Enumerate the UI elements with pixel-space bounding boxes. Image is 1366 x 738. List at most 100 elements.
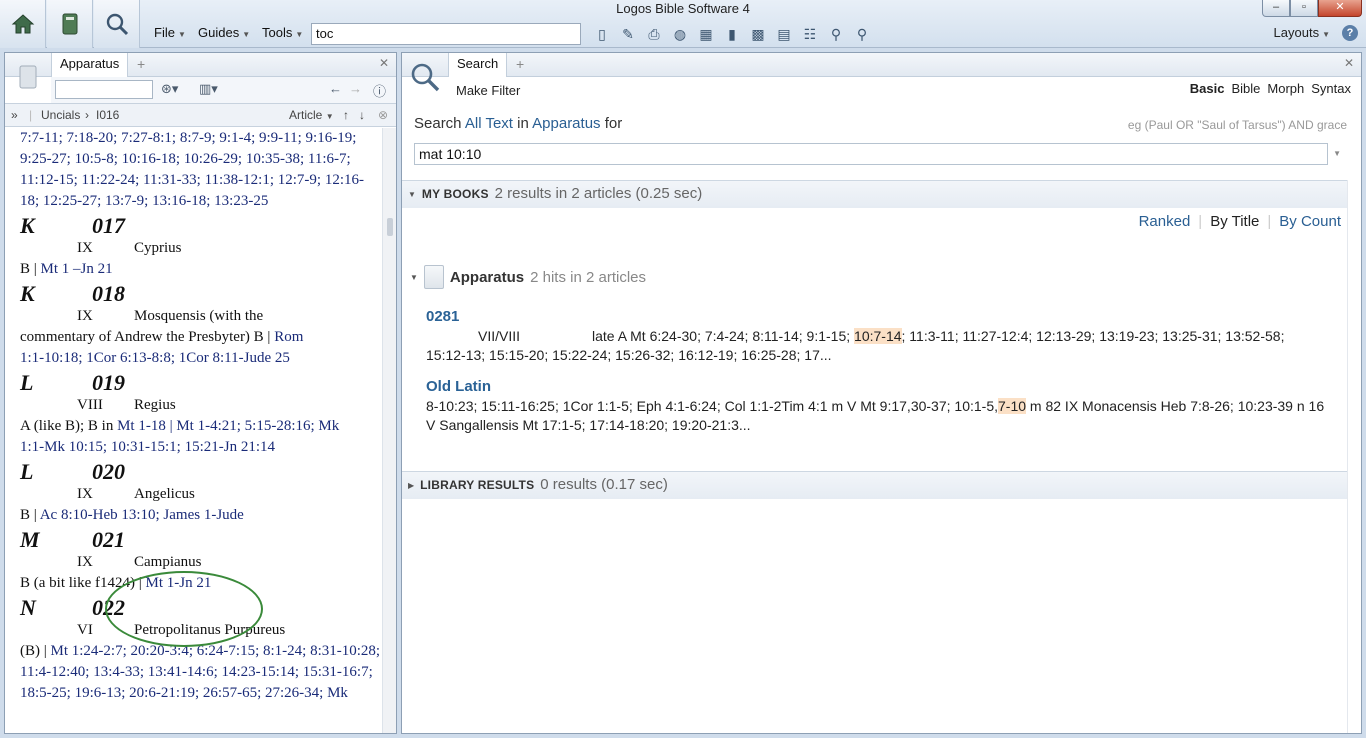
magnifier-alt-icon[interactable]: ⚲ xyxy=(852,24,872,44)
panels-icon[interactable]: ▦ xyxy=(696,24,716,44)
reference-links[interactable]: 7:7-11; 7:18-20; 7:27-8:1; 8:7-9; 9:1-4;… xyxy=(20,130,364,209)
back-arrow-icon[interactable]: ← xyxy=(329,81,342,96)
reading-icon[interactable]: ☷ xyxy=(800,24,820,44)
sort-by-count[interactable]: By Count xyxy=(1279,213,1341,230)
for-label: for xyxy=(604,115,623,132)
menu-tools-label: Tools xyxy=(262,25,293,40)
expand-icon[interactable]: » xyxy=(11,104,18,126)
visual-filter-icon[interactable]: ⊛▾ xyxy=(161,81,178,97)
search-tab-row: Search + ✕ xyxy=(402,53,1361,77)
sort-ranked[interactable]: Ranked xyxy=(1139,213,1191,230)
manuscript-meta: VIII Regius xyxy=(20,395,382,416)
reference-links[interactable]: 1:1-10:18; 1Cor 6:13-8:8; 1Cor 8:11-Jude… xyxy=(20,350,290,366)
history-dropdown-icon[interactable]: ▼ xyxy=(1333,149,1341,158)
menu-tools[interactable]: Tools ▼ xyxy=(256,20,309,46)
close-panel-icon[interactable]: ✕ xyxy=(1344,56,1354,70)
search-input[interactable]: mat 10:10 xyxy=(414,143,1328,165)
breadcrumb-uncials[interactable]: Uncials xyxy=(41,104,80,126)
menu-file[interactable]: File ▼ xyxy=(148,20,192,46)
home-button[interactable] xyxy=(0,0,46,48)
result-book-header[interactable]: ▼ Apparatus 2 hits in 2 articles xyxy=(410,265,646,289)
library-results-header[interactable]: ▶ LIBRARY RESULTS 0 results (0.17 sec) xyxy=(402,471,1347,499)
reference-links[interactable]: Rom xyxy=(274,329,303,345)
down-arrow-icon[interactable]: ↓ xyxy=(359,104,365,126)
add-tab-icon[interactable]: + xyxy=(137,56,145,72)
book-icon[interactable]: ▮ xyxy=(722,24,742,44)
add-tab-icon[interactable]: + xyxy=(516,56,524,72)
search-scrollbar[interactable] xyxy=(1347,180,1361,733)
grid-icon[interactable]: ▩ xyxy=(748,24,768,44)
scroll-thumb[interactable] xyxy=(387,218,393,236)
chevron-down-icon: ▼ xyxy=(295,30,304,39)
reference-links[interactable]: Ac 8:10-Heb 13:10; James 1-Jude xyxy=(40,507,244,523)
search-label: Search xyxy=(414,115,462,132)
globe-icon[interactable]: ◍ xyxy=(670,24,690,44)
manuscript-siglum: K 018 xyxy=(20,280,382,306)
bookmark-icon[interactable]: ▯ xyxy=(592,24,612,44)
mode-morph[interactable]: Morph xyxy=(1267,81,1304,96)
reference-links[interactable]: Mt 1-18 | Mt 1-4:21; 5:15-28:16; Mk xyxy=(117,418,339,434)
parallel-icon[interactable]: ▥▾ xyxy=(199,81,218,97)
mode-syntax[interactable]: Syntax xyxy=(1311,81,1351,96)
siglum-number: 017 xyxy=(92,213,125,238)
scope-book-link[interactable]: Apparatus xyxy=(532,115,600,132)
search-result: 0281 VII/VIII late A Mt 6:24-30; 7:4-24; … xyxy=(426,307,1341,365)
result-book-name[interactable]: Apparatus xyxy=(450,269,524,286)
manuscript-century: VIII xyxy=(77,397,103,413)
article-selector[interactable]: Article ▼ xyxy=(289,104,334,128)
document-icon[interactable]: ▤ xyxy=(774,24,794,44)
breadcrumb-separator: › xyxy=(85,108,89,122)
info-icon[interactable]: ⓘ xyxy=(373,81,386,100)
result-title[interactable]: Old Latin xyxy=(426,377,1341,396)
mode-basic[interactable]: Basic xyxy=(1190,81,1225,96)
forward-arrow-icon[interactable]: → xyxy=(349,81,362,96)
layouts-menu[interactable]: Layouts ▼ xyxy=(1274,20,1330,46)
mode-bible[interactable]: Bible xyxy=(1231,81,1260,96)
command-box[interactable]: toc xyxy=(311,23,581,45)
reference-links[interactable]: Mt 1:24-2:7; 20:20-3:4; 6:24-7:15; 8:1-2… xyxy=(20,643,380,701)
highlight: 10:7-14 xyxy=(854,328,902,344)
expand-icon[interactable]: ▶ xyxy=(408,481,414,490)
print-icon[interactable]: ⎙ xyxy=(644,24,664,44)
close-panel-icon[interactable]: ✕ xyxy=(379,56,389,70)
note-icon[interactable]: ✎ xyxy=(618,24,638,44)
collapse-icon[interactable]: ▼ xyxy=(408,190,416,199)
panel-menu-button[interactable] xyxy=(5,53,51,101)
my-books-summary: 2 results in 2 articles (0.25 sec) xyxy=(494,185,703,202)
reference-input[interactable] xyxy=(55,80,153,99)
library-button[interactable] xyxy=(47,0,93,48)
reference-links[interactable]: Mt 1 –Jn 21 xyxy=(41,261,113,277)
manuscript-meta: IX Cyprius xyxy=(20,238,382,259)
siglum-letter: L xyxy=(20,459,34,484)
minimize-button[interactable]: – xyxy=(1262,0,1290,17)
siglum-number: 018 xyxy=(92,281,125,306)
toolbar-icons: ▯ ✎ ⎙ ◍ ▦ ▮ ▩ ▤ ☷ ⚲ ⚲ xyxy=(592,24,872,44)
collapse-icon[interactable]: ▼ xyxy=(410,273,418,282)
result-snippet: 8-10:23; 15:11-16:25; 1Cor 1:1-5; Eph 4:… xyxy=(426,398,1325,414)
manuscript-text: commentary of Andrew the Presbyter) B | … xyxy=(20,327,382,348)
magnifier-icon[interactable]: ⚲ xyxy=(826,24,846,44)
clear-icon[interactable]: ⊗ xyxy=(378,104,388,126)
home-icon xyxy=(11,14,34,34)
make-filter-button[interactable]: Make Filter xyxy=(456,83,520,98)
menu-guides[interactable]: Guides ▼ xyxy=(192,20,256,46)
search-panel-menu[interactable] xyxy=(402,53,448,101)
manuscript-siglum: K 017 xyxy=(20,212,382,238)
help-icon[interactable]: ? xyxy=(1342,25,1358,41)
result-title[interactable]: 0281 xyxy=(426,307,1341,326)
maximize-button[interactable]: ▫ xyxy=(1290,0,1318,17)
tab-apparatus[interactable]: Apparatus xyxy=(51,53,129,77)
manuscript-century: VI xyxy=(77,622,93,638)
up-arrow-icon[interactable]: ↑ xyxy=(343,104,349,126)
breadcrumb-i016[interactable]: I016 xyxy=(96,104,119,126)
manuscript-century: IX xyxy=(77,308,93,324)
close-button[interactable]: ✕ xyxy=(1318,0,1362,17)
hint-prefix: eg xyxy=(1127,118,1142,132)
apparatus-scrollbar[interactable] xyxy=(382,128,396,733)
tab-search[interactable]: Search xyxy=(448,53,508,77)
my-books-header[interactable]: ▼ MY BOOKS 2 results in 2 articles (0.25 s… xyxy=(402,180,1347,208)
search-button[interactable] xyxy=(94,0,140,48)
reference-links[interactable]: 1:1-Mk 10:15; 10:31-15:1; 15:21-Jn 21:14 xyxy=(20,439,275,455)
sort-by-title[interactable]: By Title xyxy=(1210,213,1259,230)
scope-text-link[interactable]: All Text xyxy=(465,115,513,132)
